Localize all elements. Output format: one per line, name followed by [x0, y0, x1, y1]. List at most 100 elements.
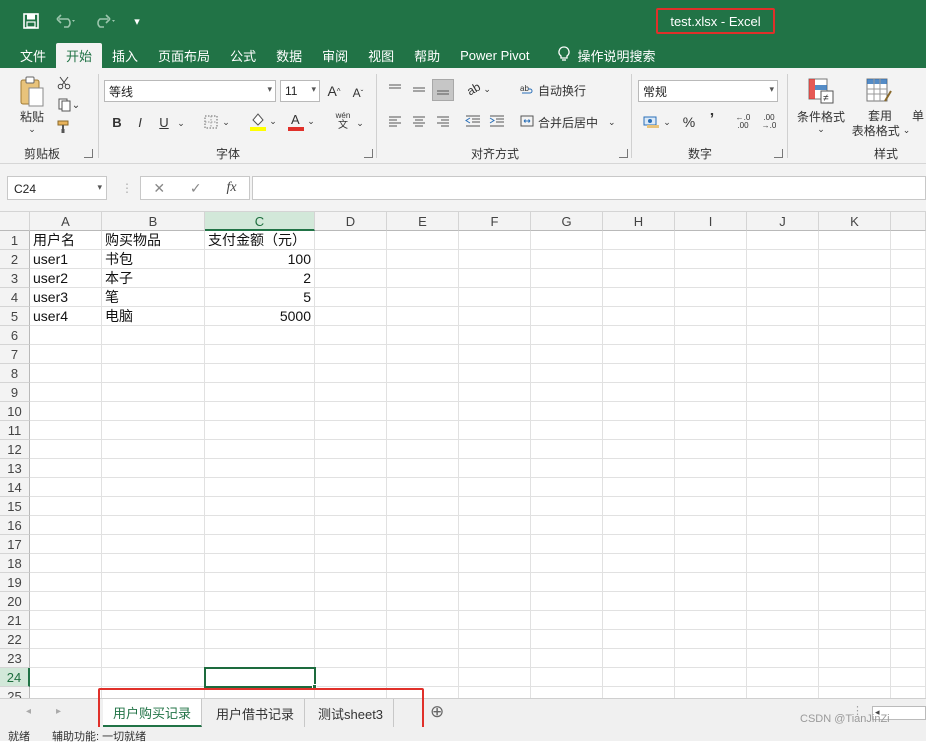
- grid-cell[interactable]: [675, 687, 747, 698]
- row-header[interactable]: 5: [0, 307, 30, 326]
- grid-cell[interactable]: user4: [30, 307, 102, 326]
- font-size-select[interactable]: 11 ▾: [280, 80, 320, 102]
- grid-cell[interactable]: [747, 345, 819, 364]
- grid-cell[interactable]: [891, 269, 926, 288]
- font-name-select[interactable]: 等线 ▾: [104, 80, 276, 102]
- grid-cell[interactable]: [531, 573, 603, 592]
- tab-help[interactable]: 帮助: [404, 42, 450, 68]
- grid-cell[interactable]: 本子: [102, 269, 205, 288]
- grid-cell[interactable]: [819, 592, 891, 611]
- align-bottom-icon[interactable]: [432, 79, 454, 101]
- underline-dropdown-icon[interactable]: ⌄: [175, 114, 187, 132]
- column-header[interactable]: K: [819, 212, 891, 231]
- grid-cell[interactable]: [459, 459, 531, 478]
- grid-cell[interactable]: [387, 611, 459, 630]
- grid-cell[interactable]: [459, 630, 531, 649]
- grid-cell[interactable]: [603, 459, 675, 478]
- grid-cell[interactable]: [819, 497, 891, 516]
- phonetic-icon[interactable]: wén 文: [332, 108, 354, 134]
- grid-cell[interactable]: [891, 440, 926, 459]
- grid-cell[interactable]: [531, 288, 603, 307]
- grid-cell[interactable]: [387, 440, 459, 459]
- grid-cell[interactable]: [531, 231, 603, 250]
- grid-cell[interactable]: [30, 516, 102, 535]
- cell-styles-button[interactable]: 单: [912, 108, 926, 123]
- grid-cell[interactable]: [675, 535, 747, 554]
- format-as-table-line1[interactable]: 套用: [858, 108, 902, 123]
- undo-icon[interactable]: [52, 10, 82, 32]
- grid-cell[interactable]: [747, 459, 819, 478]
- grid-cell[interactable]: [387, 573, 459, 592]
- grid-cell[interactable]: [102, 668, 205, 687]
- row-header[interactable]: 11: [0, 421, 30, 440]
- grid-cell[interactable]: [819, 535, 891, 554]
- grid-cell[interactable]: [459, 345, 531, 364]
- customize-qat-icon[interactable]: ▾: [128, 10, 146, 32]
- font-launcher-icon[interactable]: [364, 149, 373, 158]
- grid-cell[interactable]: [747, 364, 819, 383]
- grid-cell[interactable]: [459, 573, 531, 592]
- grid-cell[interactable]: [30, 687, 102, 698]
- grid-cell[interactable]: [747, 630, 819, 649]
- grid-cell[interactable]: [747, 611, 819, 630]
- grid-cell[interactable]: [603, 364, 675, 383]
- grid-cell[interactable]: [387, 459, 459, 478]
- conditional-format-icon[interactable]: ≠: [806, 76, 836, 106]
- grid-cell[interactable]: [387, 288, 459, 307]
- grid-cell[interactable]: [675, 326, 747, 345]
- accessibility-status[interactable]: 辅助功能: 一切就绪: [52, 728, 146, 744]
- grid-cell[interactable]: [531, 440, 603, 459]
- grid-cell[interactable]: [747, 535, 819, 554]
- select-all-corner[interactable]: [0, 212, 30, 231]
- grid-cell[interactable]: [315, 364, 387, 383]
- grid-cell[interactable]: [891, 250, 926, 269]
- grid-cell[interactable]: [459, 592, 531, 611]
- grid-cell[interactable]: 5000: [205, 307, 315, 326]
- grid-cell[interactable]: [891, 364, 926, 383]
- grid-cell[interactable]: [603, 421, 675, 440]
- grid-cell[interactable]: [459, 668, 531, 687]
- grid-cell[interactable]: [675, 345, 747, 364]
- grid-cell[interactable]: [102, 611, 205, 630]
- grid-cell[interactable]: [603, 554, 675, 573]
- grid-cell[interactable]: [747, 402, 819, 421]
- grid-cell[interactable]: [315, 478, 387, 497]
- grid-cell[interactable]: [459, 478, 531, 497]
- grid-cell[interactable]: [891, 307, 926, 326]
- grid-cell[interactable]: [531, 402, 603, 421]
- grid-cell[interactable]: [387, 535, 459, 554]
- grid-cell[interactable]: [531, 668, 603, 687]
- grid-cell[interactable]: [603, 516, 675, 535]
- grid-cell[interactable]: [30, 383, 102, 402]
- grid-cell[interactable]: [315, 459, 387, 478]
- grid-cell[interactable]: [603, 592, 675, 611]
- grid-cell[interactable]: [675, 668, 747, 687]
- grid-cell[interactable]: [30, 668, 102, 687]
- grid-cell[interactable]: [315, 497, 387, 516]
- format-as-table-icon[interactable]: [864, 76, 894, 106]
- grid-cell[interactable]: [315, 611, 387, 630]
- grid-cell[interactable]: [819, 459, 891, 478]
- grid-cell[interactable]: [891, 554, 926, 573]
- grid-cell[interactable]: [891, 231, 926, 250]
- grid-cell[interactable]: [205, 326, 315, 345]
- row-header[interactable]: 18: [0, 554, 30, 573]
- grid-cell[interactable]: [387, 383, 459, 402]
- grid-cell[interactable]: [819, 250, 891, 269]
- grid-cell[interactable]: [459, 554, 531, 573]
- grid-cell[interactable]: [387, 668, 459, 687]
- grid-cell[interactable]: [205, 554, 315, 573]
- grid-cell[interactable]: [315, 535, 387, 554]
- scroll-left-icon[interactable]: ◂: [26, 706, 31, 717]
- grid-cell[interactable]: [459, 497, 531, 516]
- grid-cell[interactable]: [747, 307, 819, 326]
- grid-cell[interactable]: [891, 497, 926, 516]
- grid-cell[interactable]: [531, 326, 603, 345]
- grid-cell[interactable]: [603, 630, 675, 649]
- grid-cell[interactable]: [205, 383, 315, 402]
- tab-view[interactable]: 视图: [358, 42, 404, 68]
- grid-cell[interactable]: [819, 364, 891, 383]
- grid-cell[interactable]: [891, 421, 926, 440]
- grid-cell[interactable]: 5: [205, 288, 315, 307]
- grid-cell[interactable]: [603, 383, 675, 402]
